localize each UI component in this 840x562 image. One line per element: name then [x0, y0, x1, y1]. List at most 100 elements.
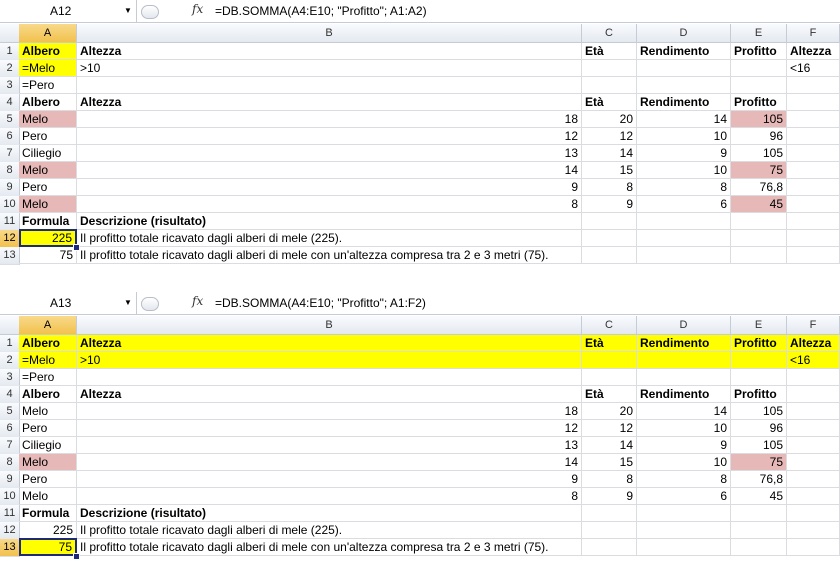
- cell-a9[interactable]: Pero: [19, 471, 77, 488]
- cell-a11[interactable]: Formula: [19, 505, 77, 522]
- cell-f8[interactable]: [787, 162, 840, 179]
- row-header-2[interactable]: 2: [0, 60, 20, 78]
- cell-d13[interactable]: [637, 539, 731, 556]
- cell-d12[interactable]: [637, 230, 731, 247]
- cell-a2[interactable]: =Melo: [19, 352, 77, 369]
- row-header-6[interactable]: 6: [0, 420, 20, 438]
- row-header-7[interactable]: 7: [0, 437, 20, 455]
- cell-a4[interactable]: Albero: [19, 386, 77, 403]
- expand-handle-icon[interactable]: [141, 5, 159, 19]
- cell-d3[interactable]: [637, 369, 731, 386]
- cell-c9[interactable]: 8: [582, 471, 637, 488]
- row-header-9[interactable]: 9: [0, 471, 20, 489]
- row-header-10[interactable]: 10: [0, 488, 20, 506]
- cell-a10[interactable]: Melo: [19, 196, 77, 213]
- cell-e4[interactable]: Profitto: [731, 94, 787, 111]
- cell-b10[interactable]: 8: [77, 196, 582, 213]
- cell-c4[interactable]: Età: [582, 386, 637, 403]
- cell-f8[interactable]: [787, 454, 840, 471]
- row-header-2[interactable]: 2: [0, 352, 20, 370]
- cell-b3[interactable]: [77, 77, 582, 94]
- cell-f11[interactable]: [787, 213, 840, 230]
- cell-d1[interactable]: Rendimento: [637, 43, 731, 60]
- cell-c7[interactable]: 14: [582, 145, 637, 162]
- cell-e2[interactable]: [731, 352, 787, 369]
- column-header-a[interactable]: A: [19, 316, 77, 335]
- cell-f9[interactable]: [787, 471, 840, 488]
- cell-b11[interactable]: Descrizione (risultato): [77, 213, 582, 230]
- cell-a13[interactable]: 75: [19, 538, 77, 556]
- row-header-11[interactable]: 11: [0, 505, 20, 523]
- cell-b12[interactable]: Il profitto totale ricavato dagli alberi…: [77, 522, 582, 539]
- cell-a7[interactable]: Ciliegio: [19, 145, 77, 162]
- cell-c13[interactable]: [582, 539, 637, 556]
- cell-c6[interactable]: 12: [582, 128, 637, 145]
- row-header-8[interactable]: 8: [0, 162, 20, 180]
- cell-d6[interactable]: 10: [637, 420, 731, 437]
- chevron-down-icon[interactable]: ▼: [124, 292, 132, 314]
- cell-c5[interactable]: 20: [582, 111, 637, 128]
- cell-f1[interactable]: Altezza: [787, 335, 840, 352]
- cell-f13[interactable]: [787, 247, 840, 264]
- cell-c5[interactable]: 20: [582, 403, 637, 420]
- cell-a12[interactable]: 225: [19, 522, 77, 539]
- cell-c3[interactable]: [582, 369, 637, 386]
- cell-b12[interactable]: Il profitto totale ricavato dagli alberi…: [77, 230, 582, 247]
- cell-b5[interactable]: 18: [77, 111, 582, 128]
- column-header-d[interactable]: D: [637, 24, 731, 43]
- formula-input[interactable]: =DB.SOMMA(A4:E10; "Profitto"; A1:F2): [215, 292, 426, 314]
- cell-b6[interactable]: 12: [77, 420, 582, 437]
- cell-a8[interactable]: Melo: [19, 454, 77, 471]
- cell-a5[interactable]: Melo: [19, 403, 77, 420]
- cell-b13[interactable]: Il profitto totale ricavato dagli alberi…: [77, 247, 582, 264]
- cell-d3[interactable]: [637, 77, 731, 94]
- cell-d5[interactable]: 14: [637, 111, 731, 128]
- cell-b1[interactable]: Altezza: [77, 43, 582, 60]
- cell-c11[interactable]: [582, 505, 637, 522]
- cell-d4[interactable]: Rendimento: [637, 386, 731, 403]
- select-all-corner[interactable]: [0, 316, 20, 335]
- row-header-4[interactable]: 4: [0, 386, 20, 404]
- cell-c4[interactable]: Età: [582, 94, 637, 111]
- cell-f5[interactable]: [787, 111, 840, 128]
- cell-f4[interactable]: [787, 386, 840, 403]
- cell-d1[interactable]: Rendimento: [637, 335, 731, 352]
- cell-c7[interactable]: 14: [582, 437, 637, 454]
- cell-a2[interactable]: =Melo: [19, 60, 77, 77]
- cell-f7[interactable]: [787, 145, 840, 162]
- cell-c11[interactable]: [582, 213, 637, 230]
- cell-b7[interactable]: 13: [77, 145, 582, 162]
- cell-f5[interactable]: [787, 403, 840, 420]
- column-header-e[interactable]: E: [731, 24, 787, 43]
- cell-e1[interactable]: Profitto: [731, 335, 787, 352]
- cell-f12[interactable]: [787, 522, 840, 539]
- cell-e10[interactable]: 45: [731, 488, 787, 505]
- cell-b1[interactable]: Altezza: [77, 335, 582, 352]
- cell-f4[interactable]: [787, 94, 840, 111]
- cell-c13[interactable]: [582, 247, 637, 264]
- row-header-10[interactable]: 10: [0, 196, 20, 214]
- cell-a6[interactable]: Pero: [19, 128, 77, 145]
- cell-d4[interactable]: Rendimento: [637, 94, 731, 111]
- cell-e13[interactable]: [731, 539, 787, 556]
- row-header-11[interactable]: 11: [0, 213, 20, 231]
- row-header-3[interactable]: 3: [0, 77, 20, 95]
- cell-d10[interactable]: 6: [637, 196, 731, 213]
- name-box[interactable]: A12 ▼: [0, 0, 137, 22]
- row-header-13[interactable]: 13: [0, 247, 20, 265]
- cell-e6[interactable]: 96: [731, 420, 787, 437]
- cell-a6[interactable]: Pero: [19, 420, 77, 437]
- column-header-c[interactable]: C: [582, 24, 637, 43]
- cell-a10[interactable]: Melo: [19, 488, 77, 505]
- cell-b4[interactable]: Altezza: [77, 94, 582, 111]
- cell-e9[interactable]: 76,8: [731, 179, 787, 196]
- cell-e12[interactable]: [731, 522, 787, 539]
- cell-b10[interactable]: 8: [77, 488, 582, 505]
- expand-handle-icon[interactable]: [141, 297, 159, 311]
- cell-e9[interactable]: 76,8: [731, 471, 787, 488]
- cell-a3[interactable]: =Pero: [19, 369, 77, 386]
- cell-a5[interactable]: Melo: [19, 111, 77, 128]
- cell-b6[interactable]: 12: [77, 128, 582, 145]
- column-header-a[interactable]: A: [19, 24, 77, 43]
- row-header-5[interactable]: 5: [0, 111, 20, 129]
